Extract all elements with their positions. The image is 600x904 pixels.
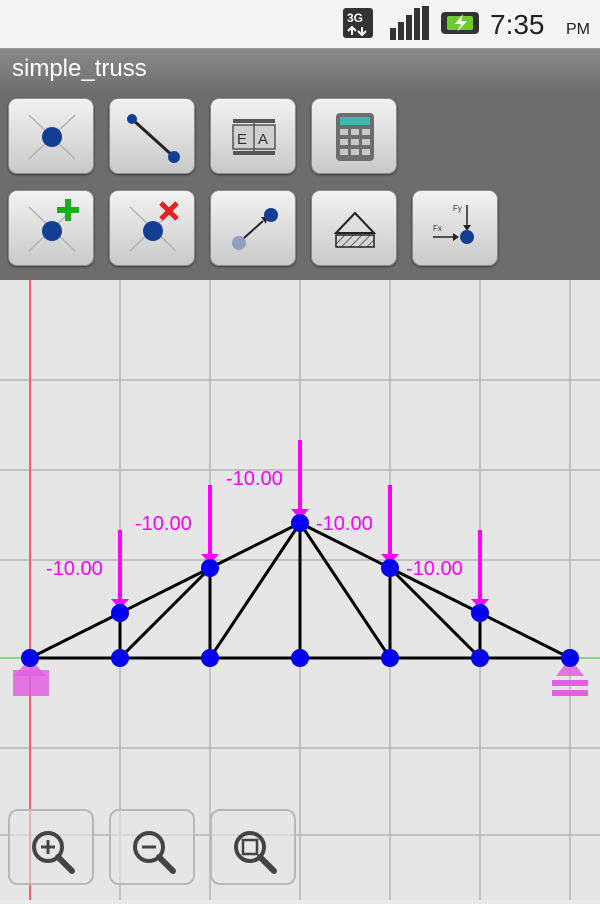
- load-label: -10.00: [316, 513, 373, 535]
- truss-node: [561, 649, 579, 667]
- truss-node: [111, 604, 129, 622]
- truss-node: [291, 514, 309, 532]
- load-label: -10.00: [46, 558, 103, 580]
- clock-ampm: PM: [566, 21, 590, 38]
- status-bar: 3G 7:35 PM: [0, 0, 600, 48]
- move-node-icon: [232, 208, 278, 250]
- truss-member: [388, 566, 482, 660]
- battery-charging-icon: [441, 12, 479, 34]
- truss-drawing[interactable]: -10.00 -10.00 -10.00 -10.00 -10.00: [0, 280, 600, 900]
- truss-node: [21, 649, 39, 667]
- move-node-button[interactable]: [210, 190, 296, 266]
- app-title-bar: simple_truss: [0, 48, 600, 93]
- truss-member: [119, 566, 211, 615]
- truss-member: [29, 611, 121, 660]
- calculator-icon: [336, 113, 374, 161]
- gpu-widget-icon: 3G: [343, 8, 373, 38]
- zoom-out-button[interactable]: [109, 809, 195, 885]
- calculate-button[interactable]: [311, 98, 397, 174]
- support-icon: [333, 211, 377, 248]
- add-node-button[interactable]: [8, 98, 94, 174]
- zoom-in-button[interactable]: [8, 809, 94, 885]
- app-title: simple_truss: [12, 55, 147, 82]
- load-button[interactable]: Fy Fx: [412, 190, 498, 266]
- signal-icon: [390, 6, 429, 40]
- node-icon: [28, 114, 76, 160]
- add-member-button[interactable]: [109, 98, 195, 174]
- load-label-fy: Fy: [453, 204, 462, 213]
- status-bar-icons: 3G 7:35 PM: [343, 6, 590, 40]
- truss-canvas[interactable]: -10.00 -10.00 -10.00 -10.00 -10.00: [0, 280, 600, 900]
- truss-node: [471, 604, 489, 622]
- delete-node-button[interactable]: [109, 190, 195, 266]
- truss-node: [381, 649, 399, 667]
- clock-time: 7:35: [490, 9, 545, 40]
- truss-node: [471, 649, 489, 667]
- member-icon: [127, 114, 180, 163]
- support-button[interactable]: [311, 190, 397, 266]
- ea-label-e: E: [237, 131, 247, 148]
- truss-node: [201, 559, 219, 577]
- roller-support-bar: [552, 690, 588, 696]
- truss-node: [201, 649, 219, 667]
- truss-member: [208, 522, 302, 659]
- load-label: -10.00: [135, 513, 192, 535]
- network-type-label: 3G: [347, 11, 363, 25]
- load-icon: Fy Fx: [433, 204, 474, 244]
- member-properties-button[interactable]: E A: [210, 98, 296, 174]
- ea-icon: E A: [232, 119, 276, 155]
- toolbar: E A Fy Fx: [0, 92, 600, 280]
- load-label-fx: Fx: [433, 224, 442, 233]
- zoom-in-icon: [32, 831, 75, 874]
- insert-node-button[interactable]: [8, 190, 94, 266]
- roller-support-bar: [552, 680, 588, 686]
- node-add-icon: [28, 199, 79, 252]
- load-label: -10.00: [226, 468, 283, 490]
- ea-label-a: A: [258, 131, 268, 148]
- zoom-fit-button[interactable]: [210, 809, 296, 885]
- truss-member: [118, 566, 212, 660]
- zoom-out-icon: [133, 831, 176, 874]
- zoom-fit-icon: [234, 831, 277, 874]
- truss-member: [479, 611, 571, 660]
- truss-member: [298, 522, 392, 659]
- truss-node: [381, 559, 399, 577]
- truss-node: [291, 649, 309, 667]
- truss-node: [111, 649, 129, 667]
- load-label: -10.00: [406, 558, 463, 580]
- node-delete-icon: [129, 201, 179, 252]
